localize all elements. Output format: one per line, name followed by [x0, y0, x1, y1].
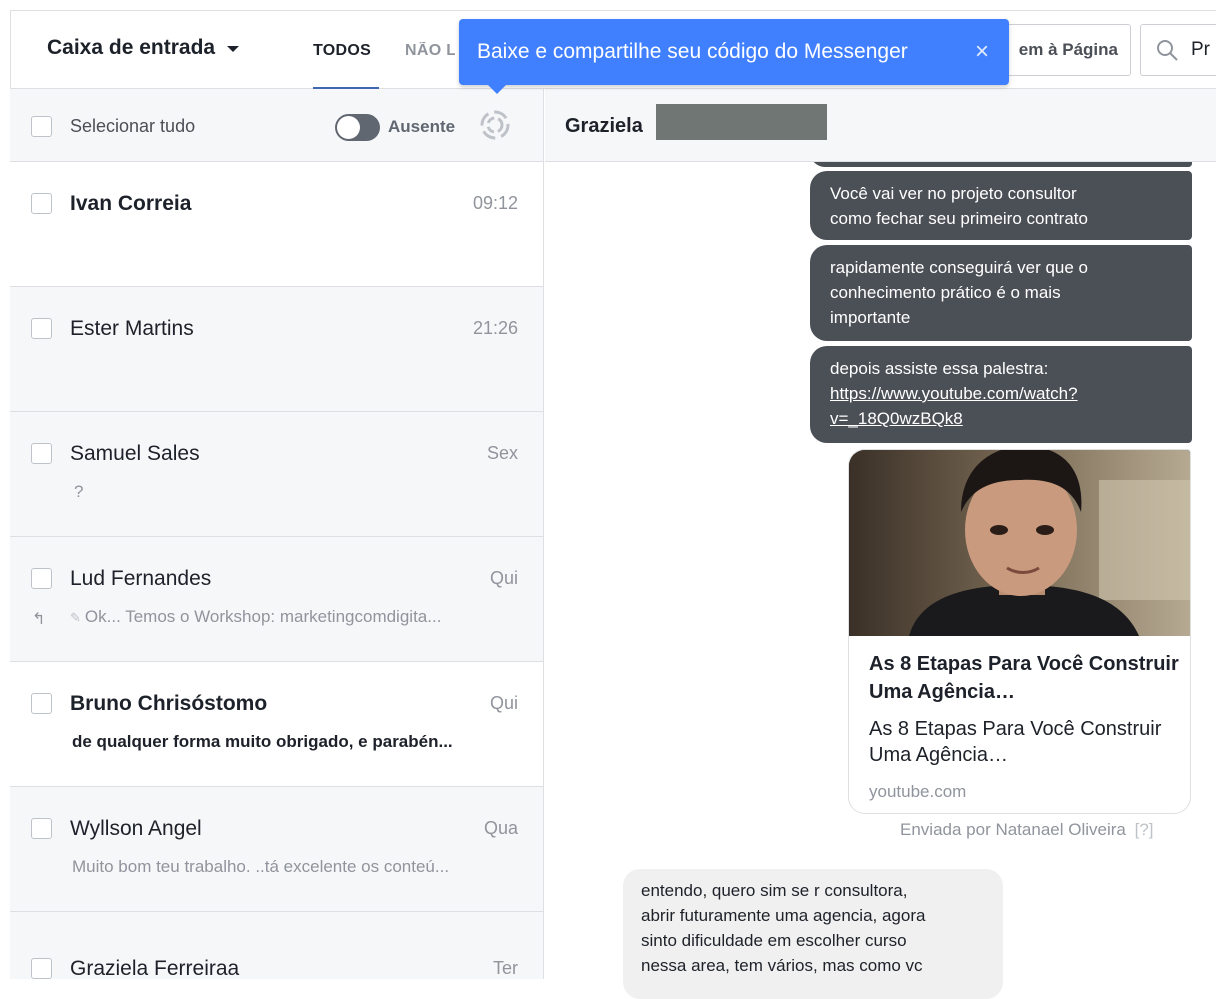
- conversation-list-panel: Selecionar tudo Ausente Ivan Correia 09:…: [10, 89, 544, 979]
- conversation-name: Samuel Sales: [70, 442, 200, 465]
- message-line: entendo, quero sim se r consultora,: [641, 881, 908, 900]
- search-input[interactable]: Pr: [1140, 24, 1216, 76]
- help-link[interactable]: [?]: [1135, 820, 1154, 839]
- conversation-time: Sex: [486, 443, 518, 463]
- message-line: depois assiste essa palestra:: [830, 359, 1049, 378]
- video-thumbnail[interactable]: [849, 450, 1190, 636]
- card-domain: youtube.com: [869, 782, 967, 801]
- conversation-name: Ivan Correia: [70, 192, 192, 215]
- message-bubble-received: entendo, quero sim se r consultora, abri…: [623, 869, 1003, 999]
- select-bar: Selecionar tudo Ausente: [10, 89, 543, 162]
- search-text: Pr: [1191, 39, 1210, 60]
- conversation-snippet-text: Ok... Temos o Workshop: marketingcomdigi…: [84, 607, 442, 626]
- select-all-label: Selecionar tudo: [70, 116, 196, 136]
- youtube-link[interactable]: v=_18Q0wzBQk8: [830, 409, 963, 428]
- conversation-time: Qui: [489, 693, 518, 713]
- conversation-name: Ester Martins: [70, 317, 194, 340]
- link-preview-card[interactable]: As 8 Etapas Para Você Construir Uma Agên…: [848, 449, 1191, 814]
- redacted-surname: [656, 104, 827, 140]
- conversation-list: Ivan Correia 09:12 Ester Martins 21:26 S…: [10, 162, 543, 979]
- message-line: rapidamente conseguirá ver que o: [830, 258, 1088, 277]
- list-item[interactable]: Ivan Correia 09:12: [10, 162, 543, 287]
- away-label: Ausente: [388, 117, 456, 136]
- message-bubble-sent: rapidamente conseguirá ver que o conheci…: [810, 245, 1192, 341]
- conversation-time: Qui: [489, 568, 518, 588]
- message-line: como fechar seu primeiro contrato: [830, 209, 1088, 228]
- conversation-name: Wyllson Angel: [70, 817, 202, 840]
- conversation-checkbox[interactable]: [31, 568, 52, 589]
- conversation-snippet: ✎ Ok... Temos o Workshop: marketingcomdig…: [70, 607, 520, 627]
- list-item[interactable]: Samuel Sales Sex ?: [10, 412, 543, 537]
- refresh-icon[interactable]: [479, 109, 511, 141]
- inbox-title: Caixa de entrada: [47, 36, 216, 59]
- message-bubble-sent: Você vai ver no projeto consultor como f…: [810, 171, 1192, 240]
- message-line: Você vai ver no projeto consultor: [830, 184, 1077, 203]
- search-icon: [1157, 40, 1178, 61]
- conversation-time: 21:26: [472, 318, 518, 338]
- conversation-snippet: de qualquer forma muito obrigado, e para…: [72, 732, 453, 751]
- reply-arrow-icon: ↰: [32, 611, 46, 628]
- list-item[interactable]: Graziela Ferreiraa Ter: [10, 912, 543, 979]
- select-all-checkbox[interactable]: [31, 116, 52, 137]
- list-item[interactable]: Ester Martins 21:26: [10, 287, 543, 412]
- conversation-time: Qua: [483, 818, 518, 838]
- message-line: conhecimento prático é o mais: [830, 283, 1061, 302]
- pencil-icon: ✎: [70, 610, 81, 625]
- tooltip-arrow: [488, 85, 506, 94]
- message-line: nessa area, tem vários, mas como vc: [641, 956, 923, 975]
- conversation-checkbox[interactable]: [31, 193, 52, 214]
- tab-unread[interactable]: NÃO LIDAS: [405, 42, 455, 60]
- chevron-down-icon: [227, 46, 240, 52]
- page-button-label: em à Página: [1018, 40, 1118, 59]
- conversation-time: 09:12: [472, 193, 518, 213]
- away-toggle[interactable]: [335, 114, 380, 141]
- conversation-checkbox[interactable]: [31, 318, 52, 339]
- tooltip-text: Baixe e compartilhe seu código do Messen…: [477, 40, 908, 63]
- conversation-checkbox[interactable]: [31, 958, 52, 979]
- conversation-name: Lud Fernandes: [70, 567, 212, 590]
- toggle-knob: [337, 116, 360, 139]
- conversation-snippet: Muito bom teu trabalho. ..tá excelente o…: [72, 857, 450, 876]
- list-item[interactable]: Bruno Chrisóstomo Qui de qualquer forma …: [10, 662, 543, 787]
- sent-by-label: Enviada por Natanael Oliveira [?]: [900, 820, 1154, 840]
- conversation-time: Ter: [492, 958, 518, 978]
- list-item[interactable]: Lud Fernandes Qui ↰ ✎ Ok... Temos o Works…: [10, 537, 543, 662]
- youtube-link[interactable]: https://www.youtube.com/watch?: [830, 384, 1078, 403]
- conversation-checkbox[interactable]: [31, 693, 52, 714]
- card-description: As 8 Etapas Para Você Construir Uma Agên…: [869, 718, 1162, 766]
- close-icon[interactable]: ×: [975, 40, 989, 64]
- messenger-code-tooltip: Baixe e compartilhe seu código do Messen…: [459, 19, 1009, 85]
- inbox-dropdown[interactable]: Caixa de entrada: [47, 36, 240, 60]
- conversation-name: Bruno Chrisóstomo: [70, 692, 268, 715]
- list-item[interactable]: Wyllson Angel Qua Muito bom teu trabalho…: [10, 787, 543, 912]
- message-line: sinto dificuldade em escolher curso: [641, 931, 907, 950]
- sent-by-text: Enviada por Natanael Oliveira: [900, 820, 1126, 839]
- card-title: As 8 Etapas Para Você Construir Uma Agên…: [869, 653, 1179, 703]
- chat-contact-name: Graziela: [565, 115, 643, 137]
- message-bubble-previous: [810, 162, 1192, 167]
- message-line: abrir futuramente uma agencia, agora: [641, 906, 926, 925]
- conversation-name: Graziela Ferreiraa: [70, 957, 240, 979]
- conversation-checkbox[interactable]: [31, 443, 52, 464]
- conversation-checkbox[interactable]: [31, 818, 52, 839]
- message-line: importante: [830, 308, 911, 327]
- tab-all[interactable]: TODOS: [313, 42, 371, 60]
- chat-header: Graziela: [545, 89, 1216, 162]
- video-thumbnail-image: [849, 450, 1190, 636]
- message-bubble-sent: depois assiste essa palestra: https://ww…: [810, 346, 1192, 443]
- conversation-snippet: ?: [74, 482, 84, 501]
